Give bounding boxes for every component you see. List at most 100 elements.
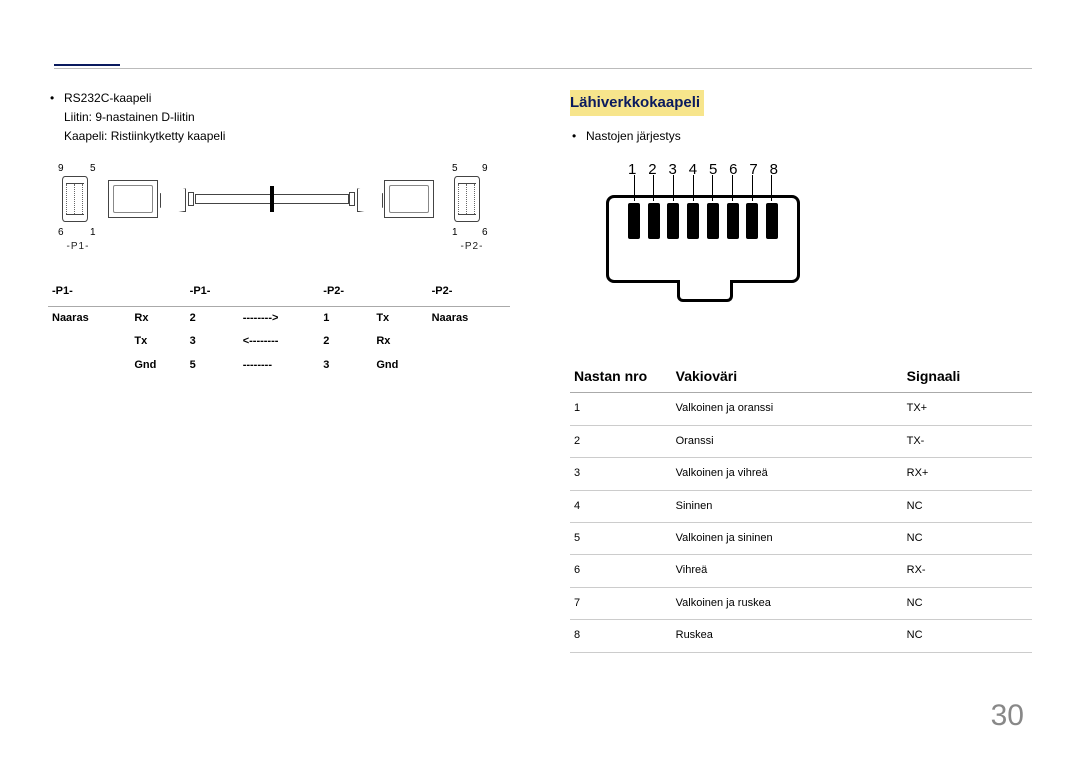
cell: RX+ <box>903 458 1032 490</box>
cell: 2 <box>186 306 239 330</box>
cell: Gnd <box>372 354 427 377</box>
rj45-diagram: 1 2 3 4 5 6 7 8 <box>606 159 806 329</box>
sub-p1: -P1- <box>58 240 98 254</box>
cell: NC <box>903 587 1032 619</box>
cell: TX+ <box>903 393 1032 425</box>
th-p2a: -P2- <box>319 278 372 306</box>
pin-label-5: 5 <box>90 162 96 176</box>
pin-label-6: 6 <box>58 226 64 240</box>
cell: Vihreä <box>672 555 903 587</box>
pin-label-1b: 1 <box>452 226 458 240</box>
page-number: 30 <box>991 695 1024 737</box>
cell: --------> <box>239 306 320 330</box>
cell: 7 <box>570 587 672 619</box>
pin-label-5b: 5 <box>452 162 458 176</box>
cell: 6 <box>570 555 672 587</box>
cell <box>48 354 130 377</box>
cell: 1 <box>319 306 372 330</box>
right-column: Lähiverkkokaapeli •Nastojen järjestys 1 … <box>570 90 1032 653</box>
cell: NC <box>903 490 1032 522</box>
cell: Naaras <box>48 306 130 330</box>
cell: <-------- <box>239 330 320 353</box>
cell: Gnd <box>130 354 185 377</box>
cell: Valkoinen ja oranssi <box>672 393 903 425</box>
pin-label-9b: 9 <box>482 162 488 176</box>
cell: Valkoinen ja sininen <box>672 522 903 554</box>
th-signal: Signaali <box>903 357 1032 393</box>
cell: RX- <box>903 555 1032 587</box>
table-row: 8RuskeaNC <box>570 620 1032 652</box>
table-row: 6VihreäRX- <box>570 555 1032 587</box>
lan-bullet: •Nastojen järjestys <box>572 128 1032 145</box>
rs232c-line2: Kaapeli: Ristiinkytketty kaapeli <box>64 128 510 145</box>
cell: Valkoinen ja ruskea <box>672 587 903 619</box>
th-p1a: -P1- <box>48 278 130 306</box>
cell: 5 <box>570 522 672 554</box>
rs232c-pin-table: -P1- -P1- -P2- -P2- Naaras Rx 2 --------… <box>48 278 510 377</box>
cell: 1 <box>570 393 672 425</box>
cell <box>48 330 130 353</box>
cable-center-mark-icon <box>270 186 274 212</box>
cell: 4 <box>570 490 672 522</box>
collar-right-icon <box>349 192 355 206</box>
cell: 2 <box>570 425 672 457</box>
cell: Tx <box>130 330 185 353</box>
lan-pin-table: Nastan nro Vakioväri Signaali 1Valkoinen… <box>570 357 1032 653</box>
pin-label-6b: 6 <box>482 226 488 240</box>
rs232c-bullet: •RS232C-kaapeli <box>50 90 510 107</box>
sub-p2: -P2- <box>452 240 492 254</box>
strain-relief-right-icon <box>357 188 383 212</box>
cell: 5 <box>186 354 239 377</box>
rj45-tab-icon <box>677 280 733 302</box>
rs232c-line1: Liitin: 9-nastainen D-liitin <box>64 109 510 126</box>
connector-right-icon <box>384 180 434 218</box>
cable-diagram: 9 5 6 1 5 9 1 6 -P1- -P2- <box>48 158 488 268</box>
cell: Tx <box>372 306 427 330</box>
th-pin-no: Nastan nro <box>570 357 672 393</box>
table-row: Naaras Rx 2 --------> 1 Tx Naaras <box>48 306 510 330</box>
table-row: 2OranssiTX- <box>570 425 1032 457</box>
cell: 3 <box>570 458 672 490</box>
cell: Sininen <box>672 490 903 522</box>
cell: -------- <box>239 354 320 377</box>
pin-label-1: 1 <box>90 226 96 240</box>
pin-label-9: 9 <box>58 162 64 176</box>
table-row: 4SininenNC <box>570 490 1032 522</box>
horizontal-rule <box>54 68 1032 69</box>
cell <box>428 354 510 377</box>
cell: Oranssi <box>672 425 903 457</box>
rs232c-title: RS232C-kaapeli <box>64 91 151 105</box>
cell: Naaras <box>428 306 510 330</box>
cell: NC <box>903 522 1032 554</box>
cell: TX- <box>903 425 1032 457</box>
left-column: •RS232C-kaapeli Liitin: 9-nastainen D-li… <box>48 90 510 653</box>
rj45-body-icon <box>606 195 800 283</box>
db9-right-icon <box>454 176 480 222</box>
accent-rule <box>54 64 120 66</box>
cell: 8 <box>570 620 672 652</box>
cell: Ruskea <box>672 620 903 652</box>
cell: NC <box>903 620 1032 652</box>
connector-left-icon <box>108 180 158 218</box>
table-row: 3Valkoinen ja vihreäRX+ <box>570 458 1032 490</box>
cell: 3 <box>186 330 239 353</box>
db9-left-icon <box>62 176 88 222</box>
cell: Rx <box>372 330 427 353</box>
cell <box>428 330 510 353</box>
cell: Valkoinen ja vihreä <box>672 458 903 490</box>
cell: Rx <box>130 306 185 330</box>
strain-relief-left-icon <box>160 188 186 212</box>
table-row: Tx 3 <-------- 2 Rx <box>48 330 510 353</box>
table-row: 1Valkoinen ja oranssiTX+ <box>570 393 1032 425</box>
table-row: 5Valkoinen ja sininenNC <box>570 522 1032 554</box>
cell: 3 <box>319 354 372 377</box>
lan-section-title: Lähiverkkokaapeli <box>570 90 704 116</box>
table-row: 7Valkoinen ja ruskeaNC <box>570 587 1032 619</box>
th-color: Vakioväri <box>672 357 903 393</box>
th-p2b: -P2- <box>428 278 510 306</box>
table-row: Gnd 5 -------- 3 Gnd <box>48 354 510 377</box>
th-p1b: -P1- <box>186 278 239 306</box>
cell: 2 <box>319 330 372 353</box>
lan-bullet-text: Nastojen järjestys <box>586 129 681 143</box>
collar-left-icon <box>188 192 194 206</box>
